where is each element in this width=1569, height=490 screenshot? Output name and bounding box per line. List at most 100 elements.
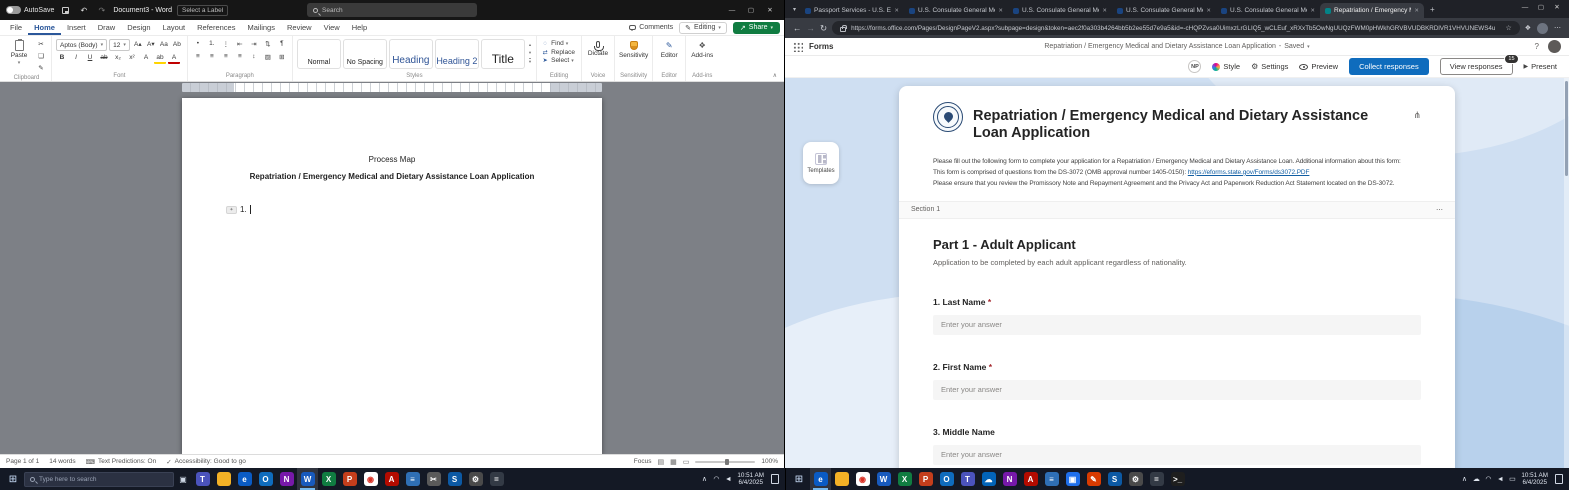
browser-menu-icon[interactable]: ⋯ (1554, 24, 1561, 32)
underline-icon[interactable]: U (84, 53, 96, 64)
answer-input[interactable]: Enter your answer (933, 445, 1421, 465)
view-responses-button[interactable]: View responses15 (1440, 58, 1513, 75)
word-search-box[interactable]: Search (307, 3, 477, 17)
chrome-icon[interactable]: ◉ (852, 468, 873, 490)
help-icon[interactable]: ? (1535, 42, 1539, 51)
file-explorer-icon[interactable] (213, 468, 234, 490)
forms-document-title[interactable]: Repatriation / Emergency Medical and Die… (1044, 43, 1309, 50)
photos-icon[interactable]: ▣ (1062, 468, 1083, 490)
focus-mode-button[interactable]: Focus (634, 458, 652, 465)
paste-button[interactable]: Paste ▾ (6, 39, 32, 66)
copy-icon[interactable]: ❏ (35, 51, 47, 62)
menu-draw[interactable]: Draw (92, 21, 122, 35)
shading-icon[interactable]: ▨ (262, 52, 274, 63)
word-icon[interactable]: W (873, 468, 894, 490)
autosave-toggle[interactable]: AutoSave (6, 6, 54, 14)
form-link[interactable]: https://eforms.state.gov/Forms/ds3072.PD… (1188, 169, 1310, 176)
form-question[interactable]: 1. Last Name * Enter your answer (933, 297, 1421, 335)
tab-close-icon[interactable]: ✕ (894, 8, 899, 14)
select-button[interactable]: ➤Select▾ (541, 57, 577, 64)
form-title-block[interactable]: Repatriation / Emergency Medical and Die… (933, 102, 1421, 143)
maximize-icon[interactable]: ▢ (743, 3, 759, 17)
style-no-spacing[interactable]: No Spacing (343, 39, 387, 69)
form-question[interactable]: 3. Middle Name Enter your answer (933, 427, 1421, 465)
justify-icon[interactable]: ≡ (234, 52, 246, 63)
gallery-expand-icon[interactable]: ▾ (529, 58, 531, 65)
subscript-icon[interactable]: x₂ (112, 53, 124, 64)
browser-tab[interactable]: U.S. Consulate General Melbou✕ (1112, 3, 1216, 18)
paint-icon[interactable]: ✎ (1083, 468, 1104, 490)
collect-responses-button[interactable]: Collect responses (1349, 58, 1429, 75)
terminal-icon[interactable]: >_ (1167, 468, 1188, 490)
tab-close-icon[interactable]: ✕ (1206, 8, 1211, 14)
page-scrollbar[interactable] (1564, 78, 1569, 468)
word-count[interactable]: 14 words (49, 458, 75, 465)
file-explorer-icon[interactable] (831, 468, 852, 490)
menu-layout[interactable]: Layout (157, 21, 192, 35)
teams-icon[interactable]: T (192, 468, 213, 490)
snipping-tool-icon[interactable]: ✂ (423, 468, 444, 490)
answer-input[interactable]: Enter your answer (933, 380, 1421, 400)
dictate-button[interactable]: Dictate (586, 39, 610, 57)
taskbar-search-box[interactable]: Type here to search (24, 472, 174, 487)
calculator-icon[interactable]: = (1146, 468, 1167, 490)
store-icon[interactable]: S (1104, 468, 1125, 490)
chrome-icon[interactable]: ◉ (360, 468, 381, 490)
menu-file[interactable]: File (4, 21, 28, 35)
form-question[interactable]: 2. First Name * Enter your answer (933, 362, 1421, 400)
forms-app-name[interactable]: Forms (809, 42, 833, 51)
taskbar-clock[interactable]: 10:51 AM6/4/2025 (737, 472, 764, 487)
clear-formatting-icon[interactable]: Ab (171, 40, 183, 51)
wifi-icon[interactable]: ◠ (1484, 475, 1492, 483)
url-bar[interactable]: https://forms.office.com/Pages/DesignPag… (832, 21, 1520, 35)
grow-font-icon[interactable]: A▴ (132, 40, 144, 51)
form-description[interactable]: Please fill out the following form to co… (933, 156, 1421, 189)
tray-chevron-icon[interactable]: ∧ (700, 475, 708, 483)
pilcrow-icon[interactable]: ¶ (276, 39, 288, 50)
excel-icon[interactable]: X (318, 468, 339, 490)
multilevel-list-icon[interactable]: ⋮ (220, 39, 232, 50)
increase-indent-icon[interactable]: ⇥ (248, 39, 260, 50)
wifi-icon[interactable]: ◠ (712, 475, 720, 483)
edge-icon[interactable]: e (234, 468, 255, 490)
start-button[interactable]: ⊞ (2, 468, 24, 490)
line-spacing-icon[interactable]: ↕ (248, 52, 260, 63)
browser-tab[interactable]: U.S. Consulate General Melbou✕ (904, 3, 1008, 18)
zoom-level[interactable]: 100% (761, 458, 778, 465)
notification-center-icon[interactable] (771, 474, 779, 484)
align-left-icon[interactable]: ≡ (192, 52, 204, 63)
excel-icon[interactable]: X (894, 468, 915, 490)
style-title[interactable]: Title (481, 39, 525, 69)
close-icon[interactable]: ✕ (762, 3, 778, 17)
word-ruler[interactable] (0, 82, 784, 93)
branching-icon[interactable]: ⋔ (1413, 102, 1421, 121)
answer-input[interactable]: Enter your answer (933, 315, 1421, 335)
onenote-icon[interactable]: N (276, 468, 297, 490)
form-title[interactable]: Repatriation / Emergency Medical and Die… (973, 102, 1403, 143)
part-description[interactable]: Application to be completed by each adul… (933, 258, 1421, 267)
web-layout-icon[interactable]: ▭ (683, 458, 690, 466)
part-title[interactable]: Part 1 - Adult Applicant (933, 237, 1421, 252)
sort-icon[interactable]: ⇅ (262, 39, 274, 50)
comments-button[interactable]: Comments (629, 24, 673, 31)
menu-references[interactable]: References (191, 21, 241, 35)
copilot-icon[interactable]: ✦ (226, 206, 237, 214)
cut-icon[interactable]: ✂ (35, 39, 47, 50)
task-view-icon[interactable]: ▣ (174, 471, 192, 487)
menu-help[interactable]: Help (346, 21, 373, 35)
maximize-icon[interactable]: ▢ (1533, 0, 1549, 14)
outlook-icon[interactable]: O (255, 468, 276, 490)
sensitivity-label-button[interactable]: Select a Label (177, 5, 228, 16)
numbering-icon[interactable]: 1. (206, 39, 218, 50)
onenote-icon[interactable]: N (999, 468, 1020, 490)
notepad-icon[interactable]: ≡ (402, 468, 423, 490)
onedrive-tray-icon[interactable]: ☁ (1472, 475, 1480, 483)
menu-view[interactable]: View (318, 21, 346, 35)
style-normal[interactable]: Normal (297, 39, 341, 69)
collapse-ribbon-icon[interactable]: ∧ (768, 70, 782, 81)
notification-center-icon[interactable] (1555, 474, 1563, 484)
menu-design[interactable]: Design (121, 21, 156, 35)
tab-close-icon[interactable]: ✕ (1414, 8, 1419, 14)
word-icon[interactable]: W (297, 468, 318, 490)
zoom-slider[interactable] (695, 461, 755, 463)
